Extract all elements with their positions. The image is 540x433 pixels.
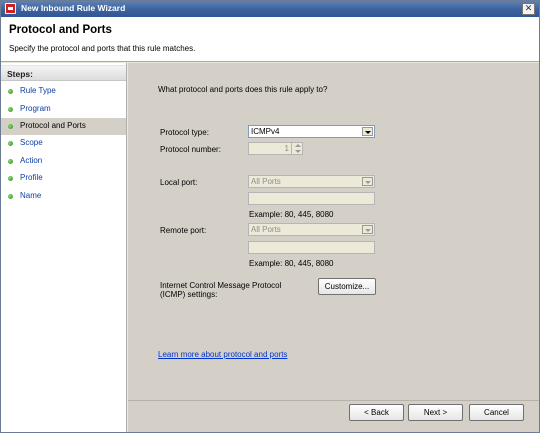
steps-heading: Steps:	[1, 65, 126, 81]
back-button[interactable]: < Back	[349, 404, 404, 421]
content-panel: What protocol and ports does this rule a…	[128, 63, 539, 432]
remote-port-value: All Ports	[251, 225, 281, 234]
spin-arrows-icon	[291, 143, 302, 154]
step-label: Action	[20, 156, 43, 165]
step-profile[interactable]: Profile	[1, 170, 126, 187]
step-label: Protocol and Ports	[20, 121, 86, 130]
icmp-settings-label-line2: (ICMP) settings:	[160, 290, 218, 299]
next-button[interactable]: Next >	[408, 404, 463, 421]
wizard-header: Protocol and Ports Specify the protocol …	[1, 17, 539, 62]
icmp-settings-label-line1: Internet Control Message Protocol	[160, 281, 282, 290]
step-protocol-and-ports[interactable]: Protocol and Ports	[1, 118, 126, 135]
local-port-value: All Ports	[251, 177, 281, 186]
step-program[interactable]: Program	[1, 101, 126, 118]
remote-port-input	[248, 241, 375, 254]
protocol-type-label: Protocol type:	[160, 128, 209, 137]
steps-heading-label: Steps:	[7, 69, 33, 79]
footer-divider	[128, 400, 539, 401]
firewall-icon	[5, 3, 16, 14]
remote-port-example: Example: 80, 445, 8080	[249, 259, 334, 268]
protocol-type-value: ICMPv4	[251, 127, 280, 136]
step-label: Rule Type	[20, 86, 56, 95]
question-text: What protocol and ports does this rule a…	[158, 85, 328, 94]
protocol-type-select[interactable]: ICMPv4	[248, 125, 375, 138]
step-label: Profile	[20, 173, 43, 182]
local-port-select: All Ports	[248, 175, 375, 188]
page-description: Specify the protocol and ports that this…	[9, 44, 196, 53]
step-label: Scope	[20, 138, 43, 147]
remote-port-select: All Ports	[248, 223, 375, 236]
local-port-label: Local port:	[160, 178, 198, 187]
title-bar: New Inbound Rule Wizard ✕	[1, 1, 539, 17]
steps-panel: Steps: Rule Type Program Protocol and Po…	[1, 63, 127, 432]
window-title: New Inbound Rule Wizard	[21, 3, 126, 13]
customize-button[interactable]: Customize...	[318, 278, 376, 295]
step-label: Program	[20, 104, 51, 113]
step-status-icon	[8, 141, 13, 146]
step-status-icon	[8, 124, 13, 129]
step-status-icon	[8, 176, 13, 181]
page-title: Protocol and Ports	[9, 24, 112, 36]
step-status-icon	[8, 89, 13, 94]
local-port-example: Example: 80, 445, 8080	[249, 210, 334, 219]
learn-more-link[interactable]: Learn more about protocol and ports	[158, 350, 287, 359]
remote-port-label: Remote port:	[160, 226, 207, 235]
wizard-window: New Inbound Rule Wizard ✕ Protocol and P…	[0, 0, 540, 433]
step-status-icon	[8, 159, 13, 164]
chevron-down-icon	[362, 225, 373, 234]
protocol-number-label: Protocol number:	[160, 145, 221, 154]
local-port-input	[248, 192, 375, 205]
step-status-icon	[8, 107, 13, 112]
protocol-number-value: 1	[284, 144, 289, 153]
step-status-icon	[8, 194, 13, 199]
protocol-number-stepper: 1	[248, 142, 303, 155]
chevron-down-icon	[362, 127, 373, 136]
step-name[interactable]: Name	[1, 188, 126, 205]
step-action[interactable]: Action	[1, 153, 126, 170]
close-button[interactable]: ✕	[522, 3, 535, 15]
cancel-button[interactable]: Cancel	[469, 404, 524, 421]
step-label: Name	[20, 191, 42, 200]
step-rule-type[interactable]: Rule Type	[1, 83, 126, 100]
step-scope[interactable]: Scope	[1, 135, 126, 152]
chevron-down-icon	[362, 177, 373, 186]
